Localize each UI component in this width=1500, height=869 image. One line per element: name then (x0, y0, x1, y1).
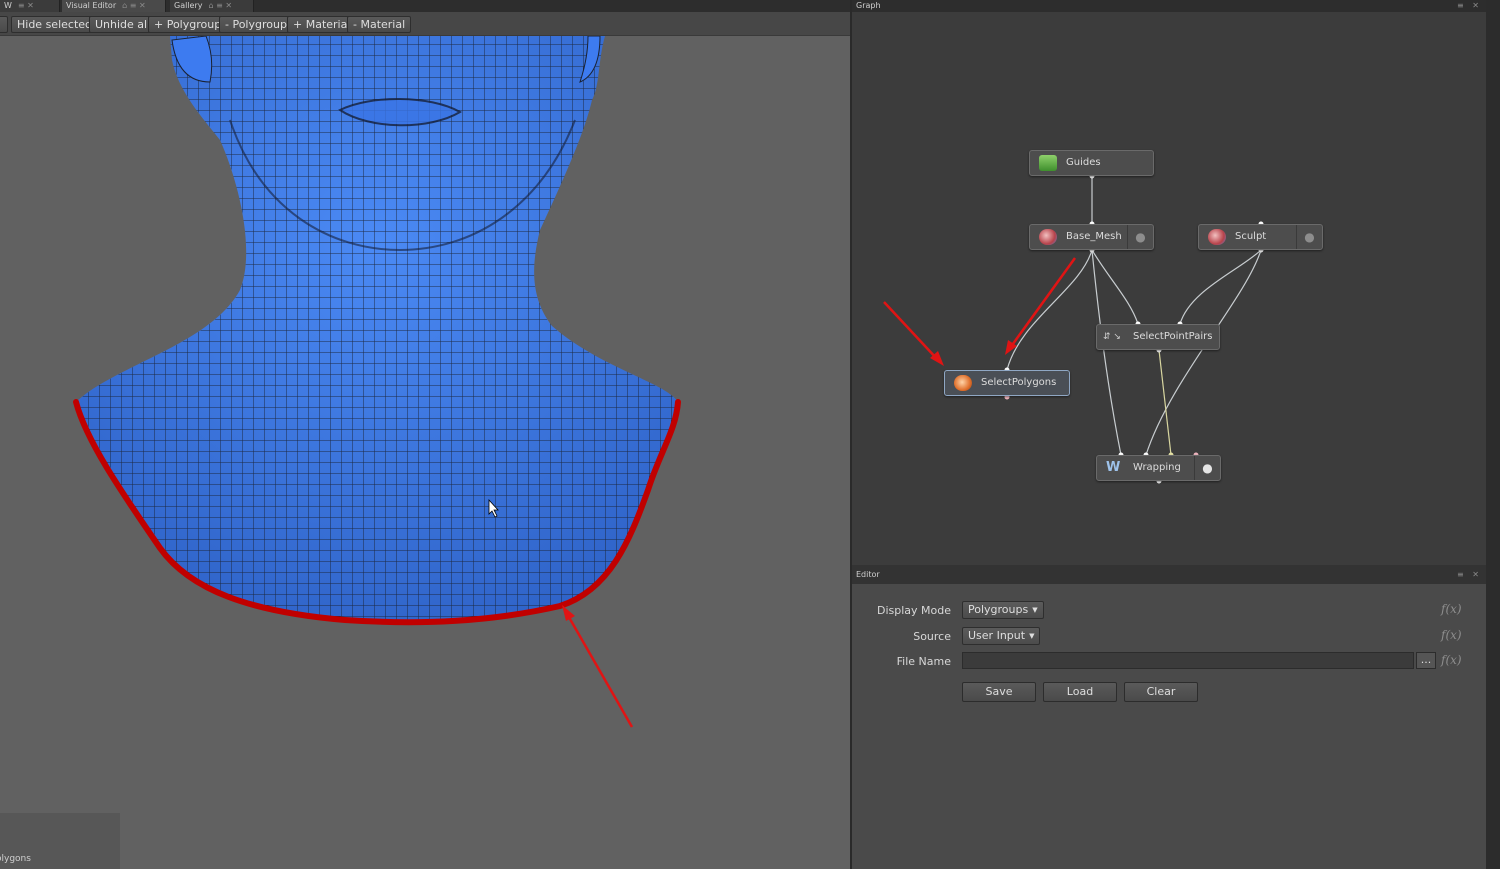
editor-panel-header: Editor ≡ ✕ (852, 565, 1486, 584)
browse-file-button[interactable]: ... (1416, 652, 1436, 669)
right-scroll-strip (1486, 0, 1500, 869)
display-mode-label: Display Mode (876, 604, 951, 617)
source-dropdown[interactable]: User Input ▼ (962, 627, 1041, 645)
add-material-button[interactable]: + Material (287, 16, 357, 33)
remove-material-button[interactable]: - Material (347, 16, 412, 33)
head-icon (1208, 229, 1226, 245)
visibility-bulb-icon[interactable]: ● (1296, 225, 1322, 249)
node-label: Sculpt (1235, 231, 1267, 242)
tab-gallery[interactable]: Gallery ⌂ ≡ ✕ (170, 0, 254, 12)
node-label: Base_Mesh (1066, 231, 1122, 242)
add-polygroup-button[interactable]: + Polygroup (148, 16, 228, 33)
file-name-field[interactable] (962, 652, 1414, 669)
node-label: SelectPointPairs (1133, 331, 1213, 342)
editor-panel: Display Mode Polygroups ▼ f(x) Source Use… (852, 584, 1486, 869)
fx-icon[interactable]: f(x) (1441, 653, 1462, 667)
node-label: Guides (1066, 157, 1101, 168)
clear-button[interactable]: Clear (1124, 682, 1198, 702)
graph-title: Graph (856, 1, 881, 10)
graph-panel-header: Graph ≡ ✕ (852, 0, 1486, 12)
node-select-point-pairs[interactable]: ⇵ ↘ SelectPointPairs (1096, 324, 1220, 350)
hide-selected-button[interactable]: Hide selected (11, 16, 99, 33)
node-wrapping[interactable]: W Wrapping ● (1096, 455, 1221, 481)
left-tab-bar: W ≡ ✕ Visual Editor ⌂ ≡ ✕ Gallery ⌂ ≡ ✕ (0, 0, 850, 12)
source-label: Source (913, 630, 951, 643)
node-sculpt[interactable]: Sculpt ● (1198, 224, 1323, 250)
image-icon (1039, 155, 1057, 171)
tab-w[interactable]: W ≡ ✕ (0, 0, 60, 12)
viewport-pane: W ≡ ✕ Visual Editor ⌂ ≡ ✕ Gallery ⌂ ≡ ✕ Hid… (0, 0, 850, 869)
save-button[interactable]: Save (962, 682, 1036, 702)
point-pairs-icon: ⇵ ↘ (1103, 332, 1121, 342)
corner-label: olygons (0, 854, 31, 864)
panel-menu-icon[interactable]: ≡ ✕ (1457, 565, 1482, 584)
annotation-arrow-viewport (562, 605, 634, 728)
wrap-w-icon: W (1106, 460, 1121, 475)
remove-polygroup-button[interactable]: - Polygroup (219, 16, 293, 33)
graph-connections (883, 173, 1264, 484)
display-mode-dropdown[interactable]: Polygroups ▼ (962, 601, 1044, 619)
node-graph[interactable]: Guides Base_Mesh ● Sculpt ● ⇵ ↘ SelectPo… (852, 12, 1486, 565)
head-icon (1039, 229, 1057, 245)
node-select-polygons[interactable]: SelectPolygons (944, 370, 1070, 396)
fx-icon[interactable]: f(x) (1441, 602, 1462, 616)
editor-title: Editor (856, 570, 880, 579)
viewport-3d[interactable] (0, 36, 850, 869)
fx-icon[interactable]: f(x) (1441, 628, 1462, 642)
toolbar-overflow-button[interactable] (0, 16, 8, 33)
node-label: SelectPolygons (981, 377, 1057, 388)
annotation-arrows-graph (883, 257, 1077, 366)
load-button[interactable]: Load (1043, 682, 1117, 702)
viewport-toolbar: Hide selected Unhide all + Polygroup - P… (0, 12, 850, 36)
visibility-bulb-icon[interactable]: ● (1127, 225, 1153, 249)
node-label: Wrapping (1133, 462, 1181, 473)
visibility-bulb-icon[interactable]: ● (1194, 456, 1220, 480)
node-base-mesh[interactable]: Base_Mesh ● (1029, 224, 1154, 250)
tab-visual-editor[interactable]: Visual Editor ⌂ ≡ ✕ (62, 0, 166, 12)
node-guides[interactable]: Guides (1029, 150, 1154, 176)
file-name-label: File Name (896, 655, 951, 668)
select-polygons-icon (954, 375, 972, 391)
unhide-all-button[interactable]: Unhide all (89, 16, 157, 33)
panel-menu-icon[interactable]: ≡ ✕ (1457, 0, 1482, 11)
